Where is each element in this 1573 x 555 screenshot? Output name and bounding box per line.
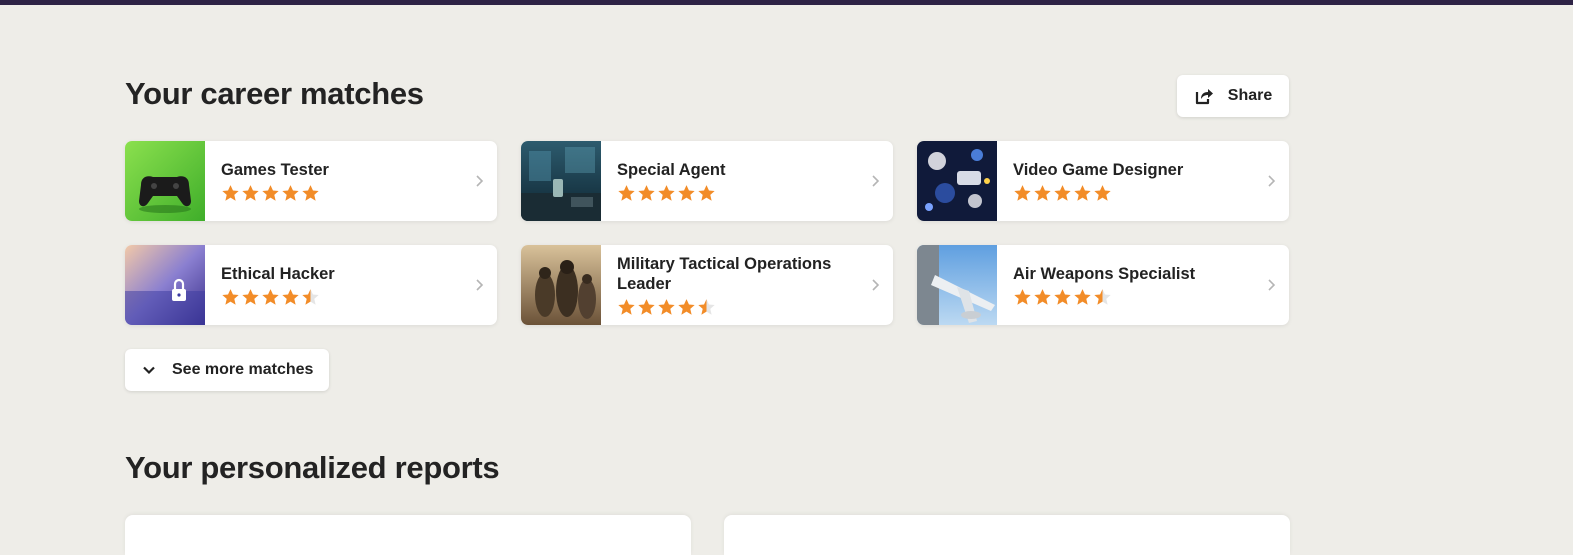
- career-card-ethical-hacker[interactable]: Ethical Hacker: [125, 245, 497, 325]
- personalized-reports-title: Your personalized reports: [125, 450, 500, 485]
- chevron-right-icon: [872, 175, 880, 187]
- star-icon: [698, 184, 715, 201]
- chevron-right-icon: [1268, 175, 1276, 187]
- career-matches-title: Your career matches: [125, 76, 424, 111]
- career-title: Air Weapons Specialist: [1013, 264, 1196, 283]
- star-icon: [698, 298, 715, 315]
- career-thumbnail: [125, 141, 205, 221]
- see-more-label: See more matches: [172, 361, 314, 378]
- career-title: Special Agent: [617, 160, 726, 179]
- star-icon: [242, 184, 259, 201]
- star-icon: [1054, 288, 1071, 305]
- career-card-military-tactical-operations-leader[interactable]: Military Tactical Operations Leader: [521, 245, 893, 325]
- share-icon: [1195, 89, 1213, 105]
- star-icon: [242, 288, 259, 305]
- star-icon: [1054, 184, 1071, 201]
- career-thumbnail: [917, 245, 997, 325]
- star-icon: [1034, 288, 1051, 305]
- star-icon: [1014, 288, 1031, 305]
- rating-stars: [1013, 288, 1255, 307]
- report-card[interactable]: [724, 515, 1290, 555]
- star-icon: [618, 184, 635, 201]
- star-icon: [222, 288, 239, 305]
- star-icon: [1014, 184, 1031, 201]
- chevron-right-icon: [476, 175, 484, 187]
- top-bar: [0, 0, 1573, 5]
- report-card[interactable]: [125, 515, 691, 555]
- star-icon: [678, 184, 695, 201]
- career-thumbnail: [521, 141, 601, 221]
- career-title: Ethical Hacker: [221, 264, 335, 283]
- rating-stars: [221, 288, 463, 307]
- star-icon: [618, 298, 635, 315]
- chevron-right-icon: [476, 279, 484, 291]
- star-icon: [302, 184, 319, 201]
- career-card-video-game-designer[interactable]: Video Game Designer: [917, 141, 1289, 221]
- career-thumbnail: [521, 245, 601, 325]
- star-icon: [1094, 184, 1111, 201]
- career-card-games-tester[interactable]: Games Tester: [125, 141, 497, 221]
- star-icon: [222, 184, 239, 201]
- star-icon: [638, 184, 655, 201]
- rating-stars: [617, 298, 859, 317]
- star-icon: [1094, 288, 1111, 305]
- star-icon: [262, 288, 279, 305]
- rating-stars: [221, 184, 463, 203]
- rating-stars: [617, 184, 859, 203]
- chevron-down-icon: [143, 366, 155, 375]
- share-label: Share: [1227, 87, 1273, 104]
- star-icon: [658, 298, 675, 315]
- career-card-air-weapons-specialist[interactable]: Air Weapons Specialist: [917, 245, 1289, 325]
- career-thumbnail: [125, 245, 205, 325]
- star-icon: [1074, 184, 1091, 201]
- career-title: Games Tester: [221, 160, 329, 179]
- see-more-matches-button[interactable]: See more matches: [125, 349, 329, 391]
- star-icon: [302, 288, 319, 305]
- star-icon: [1034, 184, 1051, 201]
- career-thumbnail: [917, 141, 997, 221]
- rating-stars: [1013, 184, 1255, 203]
- share-button[interactable]: Share: [1177, 75, 1289, 117]
- star-icon: [638, 298, 655, 315]
- star-icon: [282, 288, 299, 305]
- chevron-right-icon: [872, 279, 880, 291]
- star-icon: [1074, 288, 1091, 305]
- star-icon: [282, 184, 299, 201]
- career-title: Video Game Designer: [1013, 160, 1184, 179]
- star-icon: [658, 184, 675, 201]
- chevron-right-icon: [1268, 279, 1276, 291]
- career-title: Military Tactical Operations Leader: [617, 254, 832, 293]
- star-icon: [678, 298, 695, 315]
- career-card-special-agent[interactable]: Special Agent: [521, 141, 893, 221]
- star-icon: [262, 184, 279, 201]
